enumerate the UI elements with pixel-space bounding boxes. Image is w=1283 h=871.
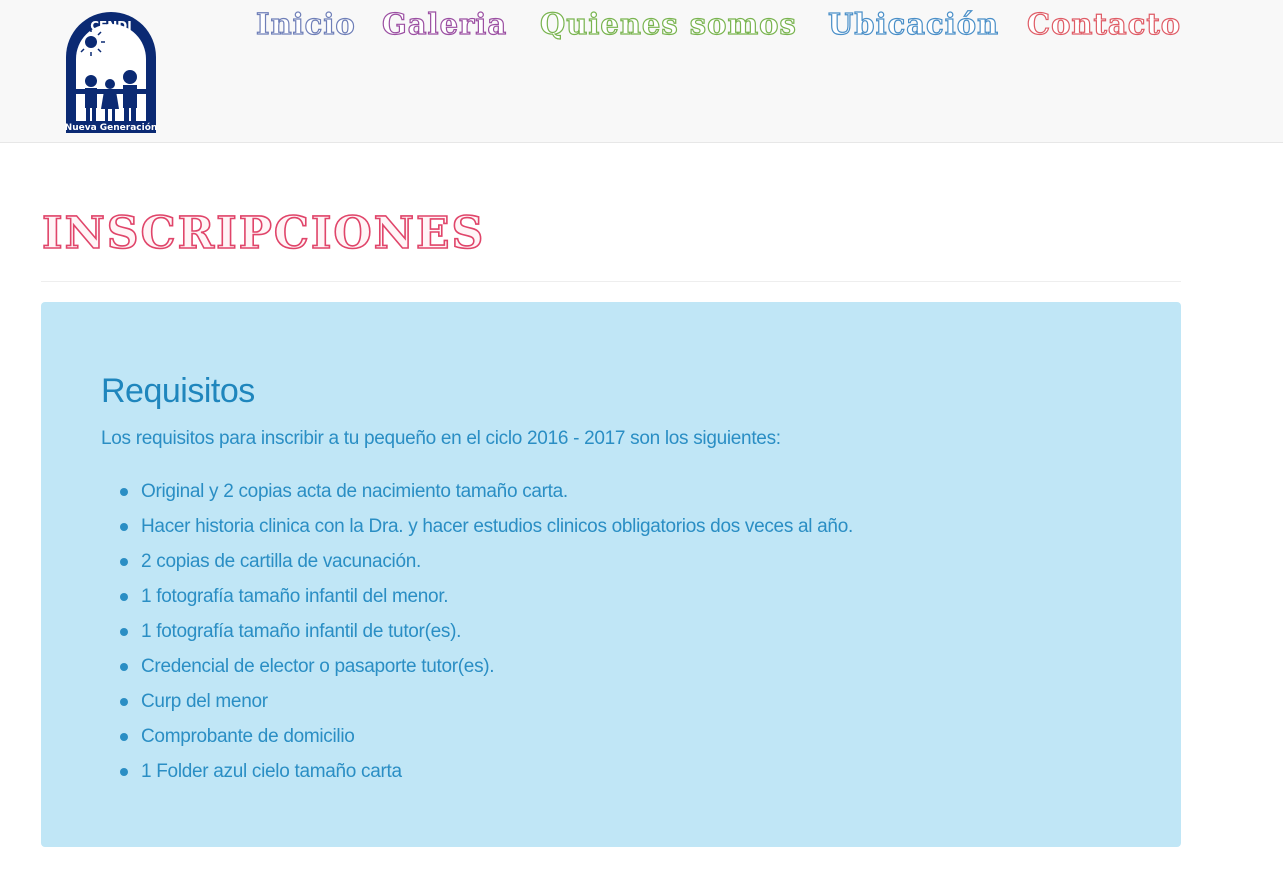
list-item-text: 2 copias de cartilla de vacunación. <box>141 551 421 572</box>
list-item: 1 fotografía tamaño infantil de tutor(es… <box>120 617 853 652</box>
list-item-text: Curp del menor <box>141 691 268 712</box>
cendi-logo-image: CENDI Nueva Generación <box>65 12 158 133</box>
list-item-text: 1 fotografía tamaño infantil de tutor(es… <box>141 621 462 642</box>
list-item-text: 1 Folder azul cielo tamaño carta <box>141 761 402 782</box>
bullet-icon <box>120 488 128 496</box>
logo-bottom-text: Nueva Generación <box>65 122 158 133</box>
list-item: Comprobante de domicilio <box>120 722 853 757</box>
bullet-icon <box>120 768 128 776</box>
list-item: Hacer historia clinica con la Dra. y hac… <box>120 512 853 547</box>
nav-link-quienes-somos[interactable]: Quienes somos <box>539 4 797 44</box>
logo-top-text: CENDI <box>90 19 131 33</box>
requisitos-panel: Requisitos Los requisitos para inscribir… <box>41 302 1181 847</box>
list-item: Original y 2 copias acta de nacimiento t… <box>120 477 853 512</box>
nav-link-ubicacion[interactable]: Ubicación <box>827 4 999 44</box>
list-item: 1 fotografía tamaño infantil del menor. <box>120 582 853 617</box>
cendi-logo[interactable]: CENDI Nueva Generación <box>64 11 158 133</box>
list-item: Curp del menor <box>120 687 853 722</box>
bullet-icon <box>120 698 128 706</box>
requisitos-list: Original y 2 copias acta de nacimiento t… <box>120 477 853 792</box>
list-item-text: Original y 2 copias acta de nacimiento t… <box>141 481 568 502</box>
requisitos-intro: Los requisitos para inscribir a tu peque… <box>101 428 781 449</box>
nav-link-contacto[interactable]: Contacto <box>1026 4 1181 44</box>
bullet-icon <box>120 558 128 566</box>
page-title: INSCRIPCIONES <box>41 207 486 260</box>
list-item-text: 1 fotografía tamaño infantil del menor. <box>141 586 449 607</box>
list-item-text: Hacer historia clinica con la Dra. y hac… <box>141 516 853 537</box>
list-item: 2 copias de cartilla de vacunación. <box>120 547 853 582</box>
bullet-icon <box>120 733 128 741</box>
bullet-icon <box>120 523 128 531</box>
list-item-text: Comprobante de domicilio <box>141 726 355 747</box>
nav-link-inicio[interactable]: Inicio <box>255 4 356 44</box>
top-navbar: CENDI Nueva Generación Inicio Galeria Qu… <box>0 0 1283 143</box>
list-item: 1 Folder azul cielo tamaño carta <box>120 757 853 792</box>
title-divider <box>41 281 1181 282</box>
requisitos-heading: Requisitos <box>101 372 255 410</box>
list-item: Credencial de elector o pasaporte tutor(… <box>120 652 853 687</box>
list-item-text: Credencial de elector o pasaporte tutor(… <box>141 656 495 677</box>
bullet-icon <box>120 628 128 636</box>
bullet-icon <box>120 663 128 671</box>
nav-link-galeria[interactable]: Galeria <box>381 4 507 44</box>
bullet-icon <box>120 593 128 601</box>
